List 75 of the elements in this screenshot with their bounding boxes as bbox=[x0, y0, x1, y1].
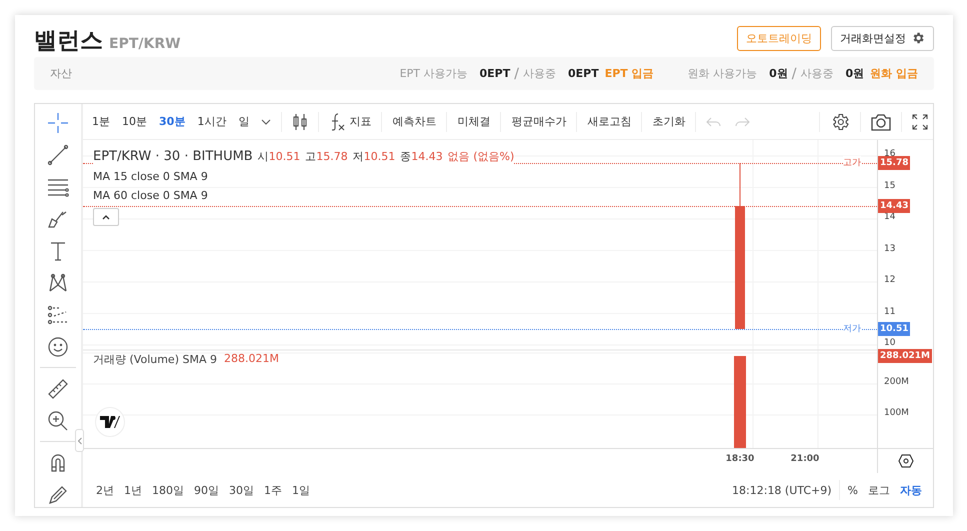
collapse-handle[interactable] bbox=[75, 429, 84, 452]
change-value: 없음 (없음%) bbox=[448, 149, 514, 164]
scale-option[interactable]: 자동 bbox=[895, 482, 927, 498]
price-tag: 10.51 bbox=[878, 322, 910, 336]
toolbar-button[interactable]: 새로고침 bbox=[582, 114, 636, 129]
volume-legend: 거래량 (Volume) SMA 9 bbox=[93, 352, 217, 367]
crosshair-icon[interactable] bbox=[46, 110, 70, 135]
price-tick: 16 bbox=[884, 149, 896, 159]
study-legend: MA 15 close 0 SMA 9 bbox=[93, 170, 208, 183]
ohlc-value: 시 10.51 bbox=[258, 149, 300, 164]
settings-icon[interactable] bbox=[830, 112, 850, 132]
function-icon bbox=[329, 112, 346, 130]
scale-option[interactable]: 로그 bbox=[863, 482, 895, 498]
price-tick: 13 bbox=[884, 244, 896, 254]
in-use-label: 사용중 bbox=[800, 66, 834, 82]
separator: / bbox=[514, 66, 519, 82]
range-button[interactable]: 1주 bbox=[259, 482, 287, 498]
volume-tick: 200M bbox=[884, 377, 909, 387]
available-value: 0원 bbox=[769, 66, 788, 82]
in-use-value: 0EPT bbox=[568, 67, 599, 80]
page-title: 밸런스 bbox=[34, 27, 103, 56]
volume-tick: 100M bbox=[884, 408, 909, 418]
toolbar-button[interactable]: 미체결 bbox=[452, 114, 496, 129]
time-tick: 21:00 bbox=[790, 454, 820, 464]
price-tag: 14.43 bbox=[878, 199, 910, 213]
caret-up-icon bbox=[102, 214, 110, 220]
price-line-label: 저가 bbox=[843, 322, 861, 335]
auto-scale-icon[interactable] bbox=[898, 454, 914, 468]
fullscreen-icon[interactable] bbox=[912, 114, 928, 130]
interval-tab[interactable]: 1분 bbox=[87, 114, 115, 129]
chevron-down-icon[interactable] bbox=[261, 116, 272, 126]
clock-label: 18:12:18 (UTC+9) bbox=[732, 484, 832, 496]
indicator-button[interactable]: 지표 bbox=[324, 112, 376, 130]
price-line-label: 고가 bbox=[843, 156, 861, 169]
range-button[interactable]: 1년 bbox=[119, 482, 147, 498]
range-button[interactable]: 1일 bbox=[287, 482, 315, 498]
candlestick-icon[interactable] bbox=[292, 112, 308, 130]
trend-line-icon[interactable] bbox=[46, 142, 70, 167]
toolbar-button[interactable]: 초기화 bbox=[647, 114, 690, 129]
ohlc-value: 저 10.51 bbox=[352, 149, 396, 164]
in-use-label: 사용중 bbox=[522, 66, 556, 82]
price-tick: 15 bbox=[884, 180, 896, 190]
assets-label: 자산 bbox=[50, 66, 72, 82]
separator: / bbox=[792, 66, 796, 82]
interval-tab[interactable]: 1시간 bbox=[192, 114, 232, 129]
volume-tag: 288.021M bbox=[878, 349, 932, 363]
price-tick: 11 bbox=[884, 306, 896, 316]
price-tick: 12 bbox=[884, 275, 896, 285]
logo-icon bbox=[95, 407, 125, 437]
gear-icon bbox=[911, 31, 925, 46]
range-button[interactable]: 30일 bbox=[224, 482, 259, 498]
pair-label: EPT/KRW bbox=[109, 35, 181, 54]
study-legend: MA 60 close 0 SMA 9 bbox=[93, 189, 208, 202]
interval-tab[interactable]: 일 bbox=[233, 114, 254, 129]
range-button[interactable]: 2년 bbox=[91, 482, 119, 498]
interval-tab[interactable]: 10분 bbox=[117, 114, 152, 129]
price-tag: 15.78 bbox=[878, 156, 910, 170]
interval-tab[interactable]: 30분 bbox=[154, 114, 190, 129]
available-label: EPT 사용가능 bbox=[400, 66, 468, 82]
ohlc-value: 종14.43 bbox=[400, 149, 443, 164]
ohlc-value: 고15.78 bbox=[305, 149, 348, 164]
price-tick: 10 bbox=[884, 338, 896, 348]
screen-settings-button[interactable]: 거래화면설정 bbox=[831, 26, 934, 51]
in-use-value: 0원 bbox=[846, 66, 864, 82]
volume-value: 288.021M bbox=[224, 352, 279, 367]
toolbar-button[interactable]: 예측차트 bbox=[387, 114, 442, 129]
range-button[interactable]: 90일 bbox=[189, 482, 224, 498]
available-value: 0EPT bbox=[480, 67, 510, 80]
scale-option[interactable]: % bbox=[842, 484, 863, 496]
available-label: 원화 사용가능 bbox=[688, 66, 758, 82]
toolbar-button[interactable]: 평균매수가 bbox=[506, 114, 572, 129]
camera-icon[interactable] bbox=[871, 112, 891, 130]
range-button[interactable]: 180일 bbox=[147, 482, 189, 498]
symbol-label: EPT/KRW · 30 · BITHUMB bbox=[93, 149, 253, 164]
time-tick: 18:30 bbox=[726, 454, 754, 464]
